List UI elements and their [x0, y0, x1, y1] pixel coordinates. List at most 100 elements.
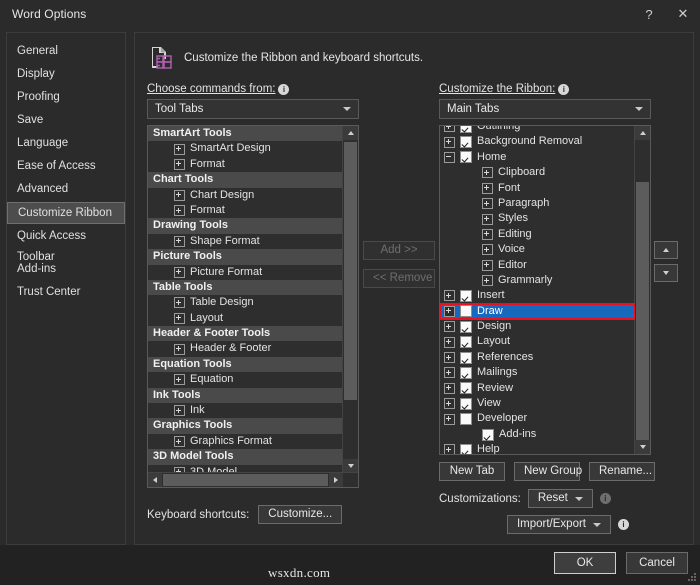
expand-icon[interactable] [174, 267, 185, 278]
collapse-icon[interactable] [444, 152, 455, 163]
command-list-item[interactable]: SmartArt Design [148, 141, 343, 156]
checkbox-checked[interactable] [460, 321, 472, 333]
command-group-header[interactable]: Graphics Tools [148, 418, 343, 433]
expand-icon[interactable] [444, 383, 455, 394]
ribbon-tree-vscrollbar[interactable] [634, 126, 650, 454]
ribbon-tree-item[interactable]: Clipboard [440, 165, 635, 180]
customize-keyboard-button[interactable]: Customize... [258, 505, 342, 524]
info-icon[interactable]: i [618, 519, 629, 530]
expand-icon[interactable] [174, 144, 185, 155]
expand-icon[interactable] [174, 297, 185, 308]
expand-icon[interactable] [444, 290, 455, 301]
sidebar-item-general[interactable]: General [7, 41, 125, 62]
expand-icon[interactable] [444, 137, 455, 148]
expand-icon[interactable] [174, 405, 185, 416]
sidebar-item-advanced[interactable]: Advanced [7, 179, 125, 200]
scroll-up-button[interactable] [635, 126, 650, 140]
sidebar-item-language[interactable]: Language [7, 133, 125, 154]
reset-button[interactable]: Reset [528, 489, 593, 508]
ribbon-tree-item-selected[interactable]: Draw [440, 304, 635, 319]
command-list-item[interactable]: Equation [148, 372, 343, 387]
ribbon-tree-item[interactable]: Grammarly [440, 273, 635, 288]
expand-icon[interactable] [482, 275, 493, 286]
ribbon-tree-item[interactable]: Font [440, 181, 635, 196]
sidebar-item-ease-of-access[interactable]: Ease of Access [7, 156, 125, 177]
command-group-header[interactable]: Drawing Tools [148, 218, 343, 233]
expand-icon[interactable] [482, 244, 493, 255]
import-export-button[interactable]: Import/Export [507, 515, 611, 534]
scroll-left-button[interactable] [148, 473, 162, 487]
expand-icon[interactable] [174, 236, 185, 247]
command-list-item[interactable]: Layout [148, 311, 343, 326]
ribbon-tree-item[interactable]: Editing [440, 227, 635, 242]
commands-vscrollbar[interactable] [342, 126, 358, 473]
expand-icon[interactable] [482, 183, 493, 194]
expand-icon[interactable] [174, 313, 185, 324]
commands-listbox[interactable]: SmartArt ToolsSmartArt DesignFormatChart… [147, 125, 359, 488]
checkbox-checked[interactable] [460, 352, 472, 364]
expand-icon[interactable] [174, 436, 185, 447]
ribbon-tree-item[interactable]: Background Removal [440, 134, 635, 149]
command-list-item[interactable]: Shape Format [148, 234, 343, 249]
scroll-thumb[interactable] [636, 182, 649, 440]
info-icon[interactable]: i [278, 84, 289, 95]
sidebar-item-customize-ribbon[interactable]: Customize Ribbon [7, 202, 125, 224]
expand-icon[interactable] [482, 260, 493, 271]
expand-icon[interactable] [174, 374, 185, 385]
command-list-item[interactable]: Picture Format [148, 265, 343, 280]
expand-icon[interactable] [174, 190, 185, 201]
info-icon[interactable]: i [600, 493, 611, 504]
expand-icon[interactable] [482, 229, 493, 240]
checkbox-checked[interactable] [460, 151, 472, 163]
help-icon[interactable]: ? [632, 0, 666, 28]
checkbox-unchecked[interactable] [460, 413, 472, 425]
expand-icon[interactable] [482, 167, 493, 178]
scroll-up-button[interactable] [343, 126, 358, 140]
expand-icon[interactable] [444, 306, 455, 317]
ribbon-tree-item[interactable]: Voice [440, 242, 635, 257]
scroll-right-button[interactable] [329, 473, 343, 487]
scroll-down-button[interactable] [343, 459, 358, 473]
sidebar-item-display[interactable]: Display [7, 64, 125, 85]
ribbon-tree-item[interactable]: Layout [440, 334, 635, 349]
command-group-header[interactable]: Picture Tools [148, 249, 343, 264]
ribbon-tree-item[interactable]: Developer [440, 411, 635, 426]
expand-icon[interactable] [174, 205, 185, 216]
resize-grip-icon[interactable] [686, 571, 697, 582]
command-group-header[interactable]: SmartArt Tools [148, 126, 343, 141]
ribbon-tree-item[interactable]: Paragraph [440, 196, 635, 211]
expand-icon[interactable] [482, 214, 493, 225]
command-list-item[interactable]: Format [148, 203, 343, 218]
command-list-item[interactable]: Header & Footer [148, 341, 343, 356]
expand-icon[interactable] [482, 198, 493, 209]
checkbox-checked[interactable] [482, 429, 494, 441]
ribbon-tree-item[interactable]: Insert [440, 288, 635, 303]
command-list-item[interactable]: Graphics Format [148, 434, 343, 449]
ribbon-tree-item[interactable]: Review [440, 381, 635, 396]
command-list-item[interactable]: Chart Design [148, 188, 343, 203]
ribbon-tree-item[interactable]: Home [440, 150, 635, 165]
customize-ribbon-dropdown[interactable]: Main Tabs [439, 99, 651, 119]
expand-icon[interactable] [174, 159, 185, 170]
sidebar-item-proofing[interactable]: Proofing [7, 87, 125, 108]
ribbon-tree-item[interactable]: Styles [440, 211, 635, 226]
ribbon-tree-listbox[interactable]: OutliningBackground RemovalHomeClipboard… [439, 125, 651, 455]
ribbon-tree-item[interactable]: View [440, 396, 635, 411]
command-group-header[interactable]: Equation Tools [148, 357, 343, 372]
command-list-item[interactable]: Format [148, 157, 343, 172]
command-group-header[interactable]: Table Tools [148, 280, 343, 295]
ribbon-tree-item[interactable]: Add-ins [440, 427, 635, 442]
add-button[interactable]: Add >> [363, 241, 435, 260]
command-list-item[interactable]: Table Design [148, 295, 343, 310]
hscroll-thumb[interactable] [163, 474, 328, 486]
move-down-button[interactable] [654, 264, 678, 282]
ribbon-tree-item[interactable]: References [440, 350, 635, 365]
info-icon[interactable]: i [558, 84, 569, 95]
close-icon[interactable]: ✕ [666, 0, 700, 28]
command-group-header[interactable]: Header & Footer Tools [148, 326, 343, 341]
checkbox-checked[interactable] [460, 367, 472, 379]
commands-hscrollbar[interactable] [148, 472, 358, 487]
choose-commands-dropdown[interactable]: Tool Tabs [147, 99, 359, 119]
scroll-down-button[interactable] [635, 440, 650, 454]
command-list-item[interactable]: Ink [148, 403, 343, 418]
